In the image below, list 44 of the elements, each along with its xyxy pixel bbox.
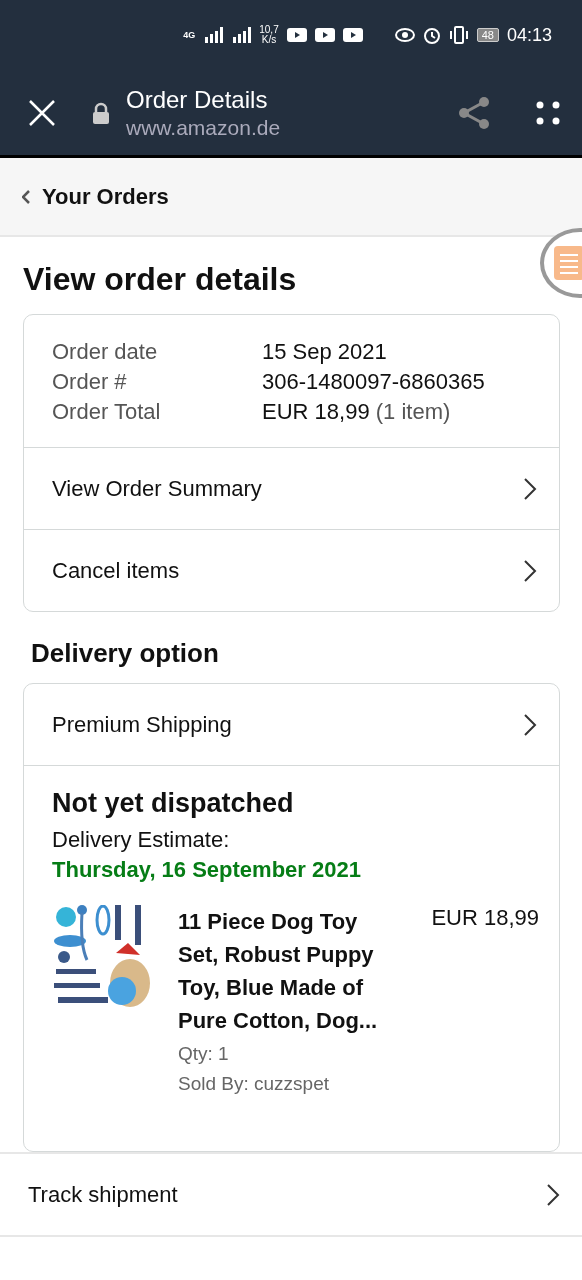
network-type: 4G — [183, 30, 196, 40]
network-speed: 10,7 K/s — [259, 25, 279, 45]
your-orders-link[interactable]: Your Orders — [42, 183, 169, 210]
estimate-label: Delivery Estimate: — [52, 827, 231, 853]
order-label: Order # — [52, 369, 128, 395]
item-price: EUR 18,99 — [431, 905, 539, 932]
eye-icon — [394, 28, 415, 42]
menu-icon[interactable] — [536, 100, 560, 125]
chevron-right-icon — [523, 476, 537, 501]
signal-icon — [203, 27, 224, 43]
play-icon — [286, 28, 307, 42]
chevron-right-icon — [546, 1182, 560, 1207]
lock-icon — [92, 101, 110, 124]
vibrate-icon — [448, 26, 469, 44]
section-heading: Delivery option — [31, 638, 220, 669]
chevron-left-icon — [22, 189, 30, 204]
battery-level: 48 — [476, 28, 499, 42]
signal-icon — [231, 27, 252, 43]
close-icon[interactable] — [28, 98, 56, 127]
order-value: 15 Sep 2021 — [262, 339, 388, 365]
track-shipment-row[interactable]: Track shipment — [0, 1154, 582, 1235]
order-label: Order date — [52, 339, 159, 365]
shipping-method-row[interactable]: Premium Shipping — [24, 684, 559, 766]
share-icon[interactable] — [458, 95, 490, 130]
order-link-row[interactable]: Cancel items — [24, 530, 559, 611]
order-label: Order Total — [52, 399, 162, 425]
item-quantity: Qty: 1 — [178, 1043, 230, 1065]
item-seller: Sold By: cuzzspet — [178, 1073, 331, 1095]
order-value: 306-1480097-6860365 — [262, 369, 486, 395]
estimate-date: Thursday, 16 September 2021 — [52, 857, 362, 883]
shipment-status: Not yet dispatched — [52, 788, 295, 819]
item-title[interactable]: 11 Piece Dog Toy Set, Robust Puppy Toy, Blue Made of Pure Cotton, Dog... — [178, 905, 394, 1037]
page-url: www.amazon.de — [126, 115, 282, 140]
chevron-right-icon — [523, 712, 537, 737]
page-title: Order Details — [126, 85, 269, 114]
page-heading: View order details — [23, 261, 297, 298]
clock-time: 04:13 — [506, 24, 552, 46]
order-value: EUR 18,99 (1 item) — [262, 399, 452, 425]
order-link-row[interactable]: View Order Summary — [24, 448, 559, 530]
chevron-right-icon — [523, 558, 537, 583]
play-icon — [314, 28, 335, 42]
notes-icon — [554, 246, 582, 280]
alarm-icon — [422, 26, 441, 44]
play-icon — [342, 28, 363, 42]
